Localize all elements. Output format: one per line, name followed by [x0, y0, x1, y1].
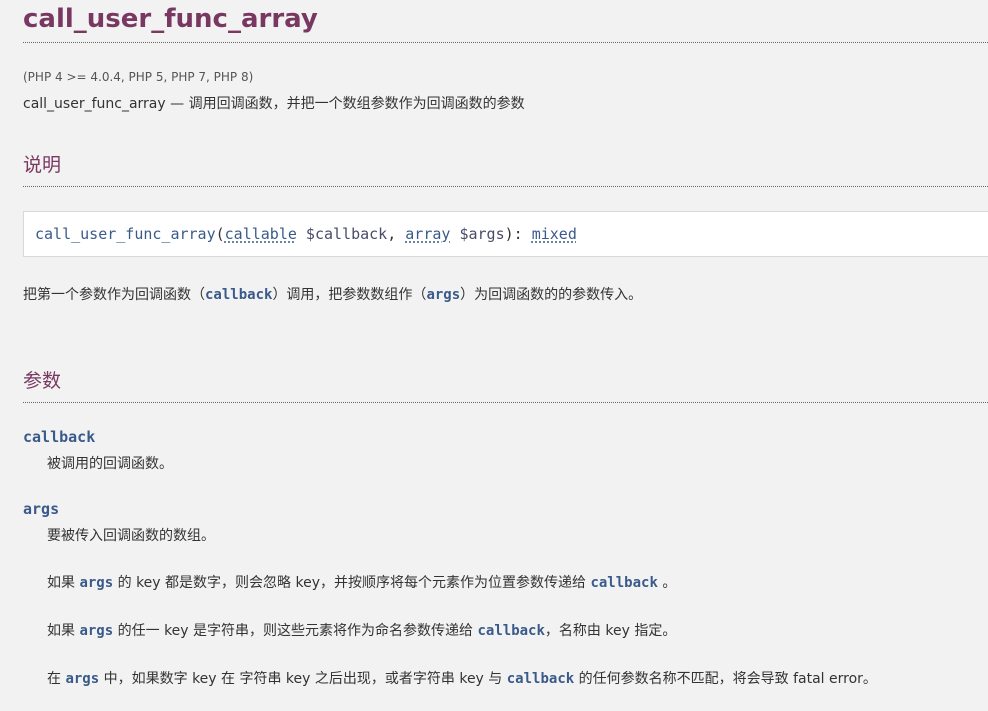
type-link-array[interactable]: array	[405, 225, 450, 243]
param-ref-args: args	[65, 671, 100, 687]
param-ref-args: args	[426, 287, 461, 303]
synopsis-code: call_user_func_array(callable $callback,…	[35, 225, 577, 243]
text-segment: 如果	[47, 623, 80, 639]
param-ref-callback: callback	[590, 575, 658, 591]
text-segment: 的任何参数名称不匹配，将会导致 fatal error。	[574, 671, 877, 687]
param-desc-callback: 被调用的回调函数。	[47, 456, 173, 472]
doc-page: call_user_func_array (PHP 4 >= 4.0.4, PH…	[0, 0, 988, 711]
param-ref-callback: callback	[205, 287, 273, 303]
args-note-numeric-keys: 如果 args 的 key 都是数字，则会忽略 key，并按顺序将每个元素作为位…	[47, 572, 676, 592]
open-paren: (	[215, 225, 225, 243]
text-segment: 在	[47, 671, 66, 687]
param-ref-args: args	[79, 623, 114, 639]
text-segment: 的 key 都是数字，则会忽略 key，并按顺序将每个元素作为位置参数传递给	[113, 575, 591, 591]
parameters-divider	[23, 402, 988, 403]
text-segment: 中，如果数字 key 在 字符串 key 之后出现，或者字符串 key 与	[99, 671, 507, 687]
param-ref-callback: callback	[477, 623, 545, 639]
type-link-callable[interactable]: callable	[225, 225, 297, 243]
title-divider	[23, 42, 988, 43]
text-segment: 的任一 key 是字符串，则这些元素将作为命名参数传递给	[113, 623, 478, 639]
description-divider	[23, 186, 988, 187]
close-paren: ):	[504, 225, 532, 243]
method-name: call_user_func_array	[35, 225, 216, 243]
section-title-parameters: 参数	[23, 370, 62, 392]
text-segment: 把第一个参数作为回调函数（	[23, 287, 205, 303]
text-segment: ）调用，把参数数组作（	[272, 287, 427, 303]
text-segment: 如果	[47, 575, 80, 591]
description-text: 把第一个参数作为回调函数（callback）调用，把参数数组作（args）为回调…	[23, 284, 642, 304]
text-segment: ，名称由 key 指定。	[544, 623, 677, 639]
method-synopsis: call_user_func_array(callable $callback,…	[23, 211, 988, 257]
function-purpose: call_user_func_array — 调用回调函数，并把一个数组参数作为…	[23, 96, 525, 112]
version-info: (PHP 4 >= 4.0.4, PHP 5, PHP 7, PHP 8)	[23, 70, 254, 84]
param-ref-args: args	[79, 575, 114, 591]
type-link-mixed[interactable]: mixed	[532, 225, 577, 243]
args-note-string-keys: 如果 args 的任一 key 是字符串，则这些元素将作为命名参数传递给 cal…	[47, 620, 676, 640]
param-callback: $callback	[296, 225, 388, 243]
param-term-args: args	[23, 500, 60, 518]
text-segment: ）为回调函数的的参数传入。	[460, 287, 643, 303]
param-args: $args	[450, 225, 505, 243]
function-title: call_user_func_array	[23, 4, 318, 34]
section-title-description: 说明	[23, 154, 62, 176]
param-ref-callback: callback	[506, 671, 575, 687]
param-desc-args: 要被传入回调函数的数组。	[47, 528, 215, 544]
args-note-fatal-error: 在 args 中，如果数字 key 在 字符串 key 之后出现，或者字符串 k…	[47, 668, 877, 688]
comma: ,	[387, 225, 406, 243]
text-segment: 。	[657, 575, 677, 591]
param-term-callback: callback	[23, 428, 96, 446]
